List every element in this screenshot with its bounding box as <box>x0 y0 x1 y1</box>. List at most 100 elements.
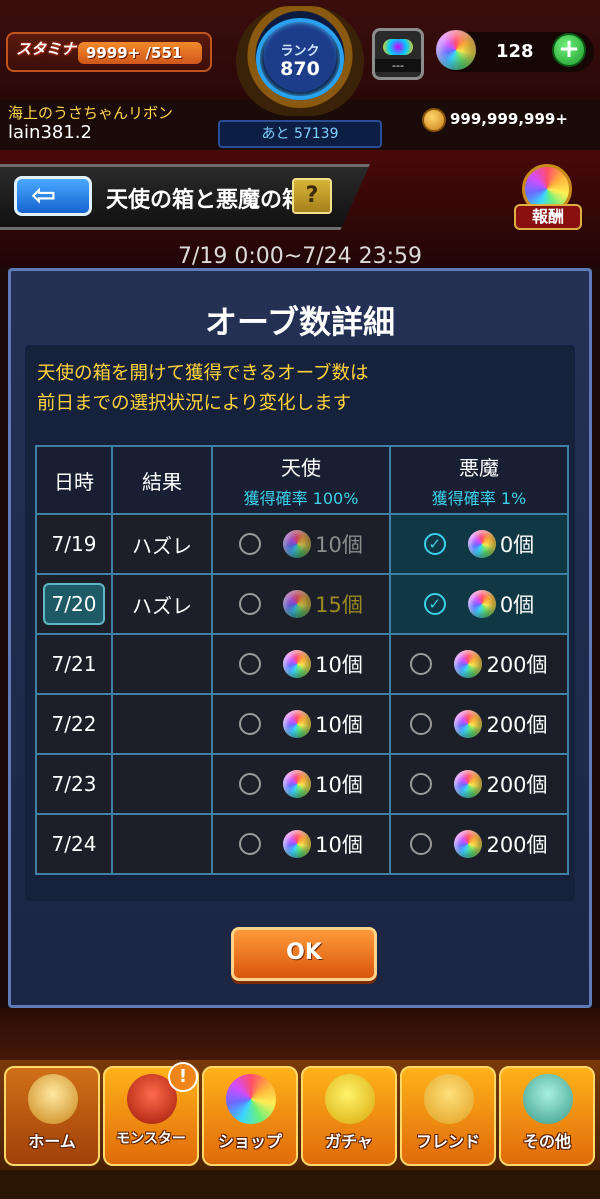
current-date-badge: 7/20 <box>43 583 105 625</box>
radio-icon[interactable] <box>239 832 262 855</box>
background-floor <box>0 1008 600 1068</box>
radio-icon[interactable] <box>410 652 433 675</box>
devil-choice: ✓ 0個 <box>389 513 569 575</box>
back-arrow-icon: ⇦ <box>31 178 57 213</box>
devil-choice[interactable]: 200個 <box>389 633 569 695</box>
devil-choice: ✓ 0個 <box>389 573 569 635</box>
orb-icon <box>454 709 483 738</box>
col-devil: 悪魔 獲得確率 1% <box>389 445 569 515</box>
col-angel-label: 天使 <box>281 455 321 480</box>
nav-other[interactable]: その他 <box>499 1066 595 1166</box>
angel-orb-count: 10個 <box>315 712 363 737</box>
row-date: 7/23 <box>35 753 113 815</box>
event-period: 7/19 0:00~7/24 23:59 <box>177 244 423 269</box>
nav-home-label: ホーム <box>28 1132 76 1151</box>
devil-choice[interactable]: 200個 <box>389 813 569 875</box>
table-row: 7/20 ハズレ 15個 ✓ 0個 <box>35 573 569 635</box>
buy-orb-button[interactable]: + <box>552 33 586 67</box>
nav-gacha-label: ガチャ <box>325 1132 373 1151</box>
orb-icon <box>467 530 496 558</box>
angel-orb-count: 10個 <box>315 532 363 557</box>
devil-orb-count: 200個 <box>486 652 548 677</box>
machine-orb-icon <box>383 39 413 55</box>
col-angel: 天使 獲得確率 100% <box>211 445 391 515</box>
angel-choice[interactable]: 10個 <box>211 813 391 875</box>
nav-friend[interactable]: フレンド <box>400 1066 496 1166</box>
rank-value: 870 <box>280 58 320 80</box>
home-icon <box>28 1074 78 1124</box>
radio-icon[interactable] <box>410 832 433 855</box>
plus-icon: + <box>558 34 580 64</box>
orb-count: 128 <box>496 41 534 62</box>
footer-bar <box>0 1170 600 1199</box>
orb-icon <box>467 590 496 618</box>
coin-icon <box>422 108 446 132</box>
nav-home[interactable]: ホーム <box>4 1066 100 1166</box>
radio-icon[interactable] <box>239 772 262 795</box>
orb-detail-dialog: オーブ数詳細 天使の箱を開けて獲得できるオーブ数は 前日までの選択状況により変化… <box>8 268 592 1008</box>
devil-orb-count: 0個 <box>499 533 535 557</box>
page-title: 天使の箱と悪魔の箱 <box>106 188 305 213</box>
table-row: 7/21 10個 200個 <box>35 633 569 695</box>
devil-orb-count: 200個 <box>486 832 548 857</box>
orb-icon <box>454 649 483 678</box>
check-icon: ✓ <box>423 593 446 615</box>
devil-choice[interactable]: 200個 <box>389 753 569 815</box>
col-angel-rate: 獲得確率 100% <box>243 488 359 508</box>
col-devil-label: 悪魔 <box>459 455 499 480</box>
radio-icon[interactable] <box>410 712 433 735</box>
help-button[interactable]: ? <box>292 178 332 214</box>
table-row: 7/19 ハズレ 10個 ✓ 0個 <box>35 513 569 575</box>
row-result: ハズレ <box>111 513 213 575</box>
radio-icon[interactable] <box>239 712 262 735</box>
nav-gacha[interactable]: ガチャ <box>301 1066 397 1166</box>
devil-orb-count: 200個 <box>486 772 548 797</box>
radio-icon <box>239 592 262 615</box>
angel-choice: 15個 <box>211 573 391 635</box>
notice-line-2: 前日までの選択状況により変化します <box>37 393 352 414</box>
col-devil-rate: 獲得確率 1% <box>431 488 527 508</box>
orb-icon <box>283 529 312 558</box>
back-button[interactable]: ⇦ <box>14 176 92 216</box>
radio-icon[interactable] <box>410 772 433 795</box>
gacha-icon <box>325 1074 375 1124</box>
reward-label: 報酬 <box>514 204 582 230</box>
nav-shop[interactable]: ショップ <box>202 1066 298 1166</box>
orb-shop-icon <box>226 1074 276 1124</box>
row-result <box>111 693 213 755</box>
rank-label: ランク <box>280 44 320 59</box>
orb-machine-icon[interactable]: --- <box>372 28 424 80</box>
col-date: 日時 <box>35 445 113 515</box>
stamina-gauge: スタミナ 9999+ /551 <box>6 32 212 72</box>
angel-orb-count: 10個 <box>315 772 363 797</box>
radio-icon[interactable] <box>239 652 262 675</box>
devil-orb-count: 200個 <box>486 712 548 737</box>
devil-orb-count: 0個 <box>499 593 535 617</box>
angel-choice[interactable]: 10個 <box>211 753 391 815</box>
orb-icon <box>283 769 312 798</box>
angel-choice: 10個 <box>211 513 391 575</box>
reward-button[interactable]: 報酬 <box>512 164 584 236</box>
table-row: 7/23 10個 200個 <box>35 753 569 815</box>
angel-choice[interactable]: 10個 <box>211 633 391 695</box>
ok-button[interactable]: OK <box>231 927 377 981</box>
angel-choice[interactable]: 10個 <box>211 693 391 755</box>
angel-orb-count: 10個 <box>315 832 363 857</box>
coin-count: 999,999,999+ <box>450 110 568 128</box>
devil-choice[interactable]: 200個 <box>389 693 569 755</box>
orb-icon <box>283 709 312 738</box>
row-date: 7/19 <box>35 513 113 575</box>
user-name: lain381.2 <box>8 122 92 143</box>
friend-icon <box>424 1074 474 1124</box>
row-date: 7/20 <box>35 573 113 635</box>
row-date: 7/24 <box>35 813 113 875</box>
row-date: 7/21 <box>35 633 113 695</box>
dialog-title: オーブ数詳細 <box>204 303 396 341</box>
other-icon <box>523 1074 573 1124</box>
nav-friend-label: フレンド <box>415 1132 480 1151</box>
rank-display: ランク 870 <box>236 6 364 116</box>
notification-badge: ! <box>168 1062 198 1092</box>
rank-next-exp: あと 57139 <box>218 120 382 148</box>
col-result: 結果 <box>111 445 213 515</box>
orb-icon <box>436 30 476 70</box>
